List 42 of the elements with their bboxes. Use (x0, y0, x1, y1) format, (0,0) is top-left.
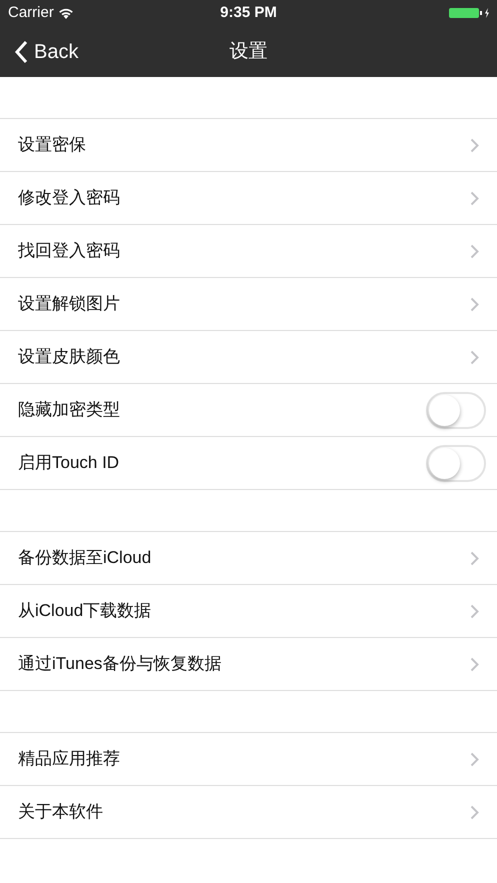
back-chevron-icon (14, 40, 28, 64)
toggle-switch[interactable] (426, 444, 486, 482)
settings-row[interactable]: 设置解锁图片 (0, 278, 497, 331)
toggle-switch[interactable] (426, 392, 486, 428)
carrier-text: Carrier (8, 2, 54, 23)
chevron-icon (470, 296, 479, 312)
settings-row[interactable]: 从iCloud下载数据 (0, 585, 497, 638)
row-label: 设置皮肤颜色 (18, 346, 120, 368)
row-label: 找回登入密码 (18, 240, 120, 262)
row-label: 设置解锁图片 (18, 293, 120, 316)
chevron-icon (470, 550, 479, 566)
chevron-icon (470, 656, 479, 672)
settings-row[interactable]: 备份数据至iCloud (0, 532, 497, 585)
row-label: 备份数据至iCloud (18, 547, 152, 570)
chevron-icon (470, 804, 479, 820)
chevron-icon (470, 190, 479, 206)
back-button[interactable]: Back (0, 26, 92, 77)
row-label: 启用Touch ID (18, 452, 120, 474)
settings-row[interactable]: 修改登入密码 (0, 172, 497, 225)
settings-row[interactable]: 关于本软件 (0, 786, 497, 839)
wifi-icon (58, 7, 74, 19)
settings-row[interactable]: 设置密保 (0, 119, 497, 172)
settings-row[interactable]: 通过iTunes备份与恢复数据 (0, 638, 497, 691)
row-label: 从iCloud下载数据 (18, 600, 152, 622)
row-label: 隐藏加密类型 (18, 399, 120, 422)
settings-row[interactable]: 找回登入密码 (0, 225, 497, 278)
chevron-icon (470, 350, 479, 364)
settings-row[interactable]: 启用Touch ID (0, 437, 497, 490)
row-label: 通过iTunes备份与恢复数据 (18, 653, 222, 676)
chevron-icon (470, 138, 479, 152)
settings-row[interactable]: 精品应用推荐 (0, 733, 497, 786)
chevron-icon (470, 604, 479, 618)
clock-time: 9:35 PM (220, 2, 277, 23)
settings-row[interactable]: 设置皮肤颜色 (0, 331, 497, 384)
row-label: 修改登入密码 (18, 187, 120, 210)
settings-row[interactable]: 隐藏加密类型 (0, 384, 497, 437)
row-label: 精品应用推荐 (18, 748, 120, 770)
nav-title: 设置 (230, 39, 268, 64)
row-label: 设置密保 (18, 134, 86, 156)
chevron-icon (470, 752, 479, 766)
chevron-icon (470, 244, 479, 258)
row-label: 关于本软件 (18, 801, 103, 824)
